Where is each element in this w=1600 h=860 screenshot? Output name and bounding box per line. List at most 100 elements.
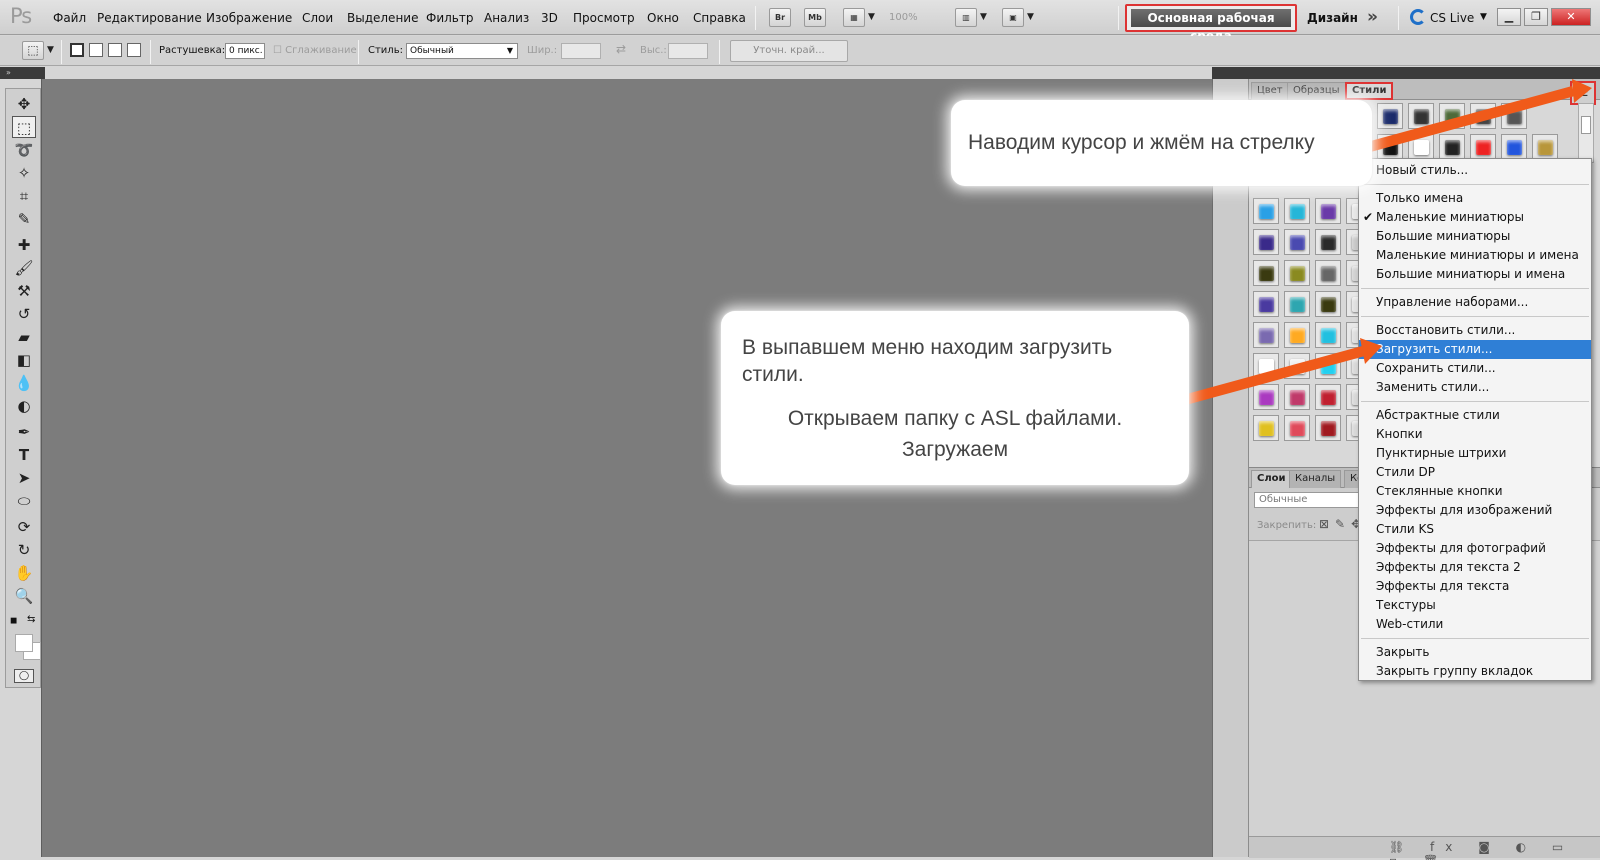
panel-menu-item[interactable]: Абстрактные стили <box>1359 406 1591 425</box>
style-swatch[interactable] <box>1470 134 1496 160</box>
styles-scrollbar-thumb[interactable] <box>1581 116 1591 134</box>
lasso-tool-icon[interactable]: ➰ <box>12 139 36 161</box>
type-icon[interactable]: T <box>12 444 36 466</box>
default-colors-icon[interactable]: ◼ <box>10 616 17 626</box>
style-swatch[interactable] <box>1253 198 1279 224</box>
menu-help[interactable]: Справка <box>693 11 746 25</box>
eyedropper-icon[interactable]: ✎ <box>12 208 36 230</box>
style-swatch[interactable] <box>1315 260 1341 286</box>
style-swatch[interactable] <box>1253 415 1279 441</box>
bridge-button[interactable]: Br <box>769 8 791 27</box>
chevron-down-icon[interactable]: ▼ <box>47 45 54 55</box>
refine-edge-button[interactable]: Уточн. край... <box>730 40 848 62</box>
panel-menu-item[interactable]: Эффекты для изображений <box>1359 501 1591 520</box>
style-swatch[interactable] <box>1377 134 1403 160</box>
chevron-down-icon[interactable]: ▼ <box>868 12 875 22</box>
panel-menu-item[interactable]: Большие миниатюры и имена <box>1359 265 1591 284</box>
panel-menu-item[interactable]: Управление наборами... <box>1359 293 1591 312</box>
tab-layers[interactable]: Слои <box>1251 470 1292 488</box>
move-tool-icon[interactable]: ✥ <box>12 93 36 115</box>
menu-window[interactable]: Окно <box>647 11 679 25</box>
style-swatch[interactable] <box>1439 103 1465 129</box>
panel-menu-item[interactable]: Новый стиль... <box>1359 161 1591 180</box>
arrange-documents-button[interactable]: ▥ <box>955 8 977 27</box>
path-selection-icon[interactable]: ➤ <box>12 467 36 489</box>
style-swatch[interactable] <box>1501 134 1527 160</box>
mini-bridge-button[interactable]: Mb <box>804 8 826 27</box>
menu-edit[interactable]: Редактирование <box>97 11 202 25</box>
panel-menu-button[interactable]: ☰ <box>1570 81 1596 105</box>
panel-menu-item[interactable]: Загрузить стили... <box>1359 340 1591 359</box>
style-swatch[interactable] <box>1439 134 1465 160</box>
style-swatch[interactable] <box>1315 353 1341 379</box>
style-swatch[interactable] <box>1253 353 1279 379</box>
panel-menu-item[interactable]: Закрыть группу вкладок <box>1359 662 1591 681</box>
panel-menu-item[interactable]: Кнопки <box>1359 425 1591 444</box>
menu-filter[interactable]: Фильтр <box>426 11 473 25</box>
panel-menu-item[interactable]: Эффекты для текста 2 <box>1359 558 1591 577</box>
menu-select[interactable]: Выделение <box>347 11 418 25</box>
width-input[interactable] <box>561 43 601 59</box>
ellipse-icon[interactable]: ⬭ <box>12 490 36 512</box>
gradient-icon[interactable]: ◧ <box>12 349 36 371</box>
style-swatch[interactable] <box>1284 415 1310 441</box>
restore-button[interactable]: ❐ <box>1524 8 1548 26</box>
swap-arrows-icon[interactable]: ⇄ <box>616 42 626 56</box>
add-to-selection-icon[interactable] <box>89 43 103 57</box>
antialias-checkbox[interactable]: ☐ Сглаживание <box>273 45 357 56</box>
height-input[interactable] <box>668 43 708 59</box>
style-swatch[interactable] <box>1501 103 1527 129</box>
style-swatch[interactable] <box>1253 291 1279 317</box>
foreground-color-swatch[interactable] <box>15 634 33 652</box>
3d-rotate-icon[interactable]: ⟳ <box>12 516 36 538</box>
style-swatch[interactable] <box>1532 134 1558 160</box>
style-swatch[interactable] <box>1284 198 1310 224</box>
panel-menu-item[interactable]: Web-стили <box>1359 615 1591 634</box>
chevron-down-icon[interactable]: ▼ <box>1480 12 1487 22</box>
panel-menu-item[interactable]: Стеклянные кнопки <box>1359 482 1591 501</box>
style-swatch[interactable] <box>1315 384 1341 410</box>
panel-menu-item[interactable]: Эффекты для фотографий <box>1359 539 1591 558</box>
panel-menu-item[interactable]: Пунктирные штрихи <box>1359 444 1591 463</box>
marquee-tool-icon[interactable]: ⬚ <box>12 116 36 138</box>
workspace-design-button[interactable]: Дизайн <box>1307 11 1358 25</box>
view-extras-button[interactable]: ▦ <box>843 8 865 27</box>
hand-icon[interactable]: ✋ <box>12 562 36 584</box>
style-swatch[interactable] <box>1408 103 1434 129</box>
brush-icon[interactable]: 🖌 <box>12 257 36 279</box>
tab-styles[interactable]: Стили <box>1345 82 1394 100</box>
style-swatch[interactable] <box>1253 229 1279 255</box>
quick-selection-icon[interactable]: ✧ <box>12 162 36 184</box>
panel-menu-item[interactable]: Закрыть <box>1359 643 1591 662</box>
zoom-level[interactable]: 100% <box>889 12 918 23</box>
layers-footer-icons[interactable]: ⛓ fx ◙ ◐ ▭ ▫ 🗑 <box>1389 840 1600 860</box>
menu-file[interactable]: Файл <box>53 11 86 25</box>
panel-menu-item[interactable]: Восстановить стили... <box>1359 321 1591 340</box>
zoom-icon[interactable]: 🔍 <box>12 585 36 607</box>
menu-layers[interactable]: Слои <box>302 11 333 25</box>
style-swatch[interactable] <box>1377 103 1403 129</box>
menu-view[interactable]: Просмотр <box>573 11 635 25</box>
3d-orbit-icon[interactable]: ↻ <box>12 539 36 561</box>
style-swatch[interactable] <box>1315 415 1341 441</box>
healing-brush-icon[interactable]: ✚ <box>12 234 36 256</box>
panel-menu-item[interactable]: Стили DP <box>1359 463 1591 482</box>
dodge-icon[interactable]: ◐ <box>12 395 36 417</box>
style-swatch[interactable] <box>1253 260 1279 286</box>
panel-menu-item[interactable]: Маленькие миниатюры и имена <box>1359 246 1591 265</box>
style-swatch[interactable] <box>1284 229 1310 255</box>
pen-icon[interactable]: ✒ <box>12 421 36 443</box>
blend-mode-select[interactable]: Обычные <box>1254 492 1364 508</box>
chevron-down-icon[interactable]: ▼ <box>1027 12 1034 22</box>
tab-color[interactable]: Цвет <box>1251 82 1289 100</box>
double-chevron-right-icon[interactable]: » <box>1367 7 1378 27</box>
panel-menu-item[interactable]: Сохранить стили... <box>1359 359 1591 378</box>
styles-scrollbar[interactable] <box>1578 103 1594 163</box>
subtract-from-selection-icon[interactable] <box>108 43 122 57</box>
clone-stamp-icon[interactable]: ⚒ <box>12 280 36 302</box>
style-swatch[interactable] <box>1253 384 1279 410</box>
menu-3d[interactable]: 3D <box>541 11 558 25</box>
style-swatch[interactable] <box>1315 229 1341 255</box>
style-swatch[interactable] <box>1284 291 1310 317</box>
workspace-essentials-button[interactable]: Основная рабочая среда <box>1125 4 1297 43</box>
